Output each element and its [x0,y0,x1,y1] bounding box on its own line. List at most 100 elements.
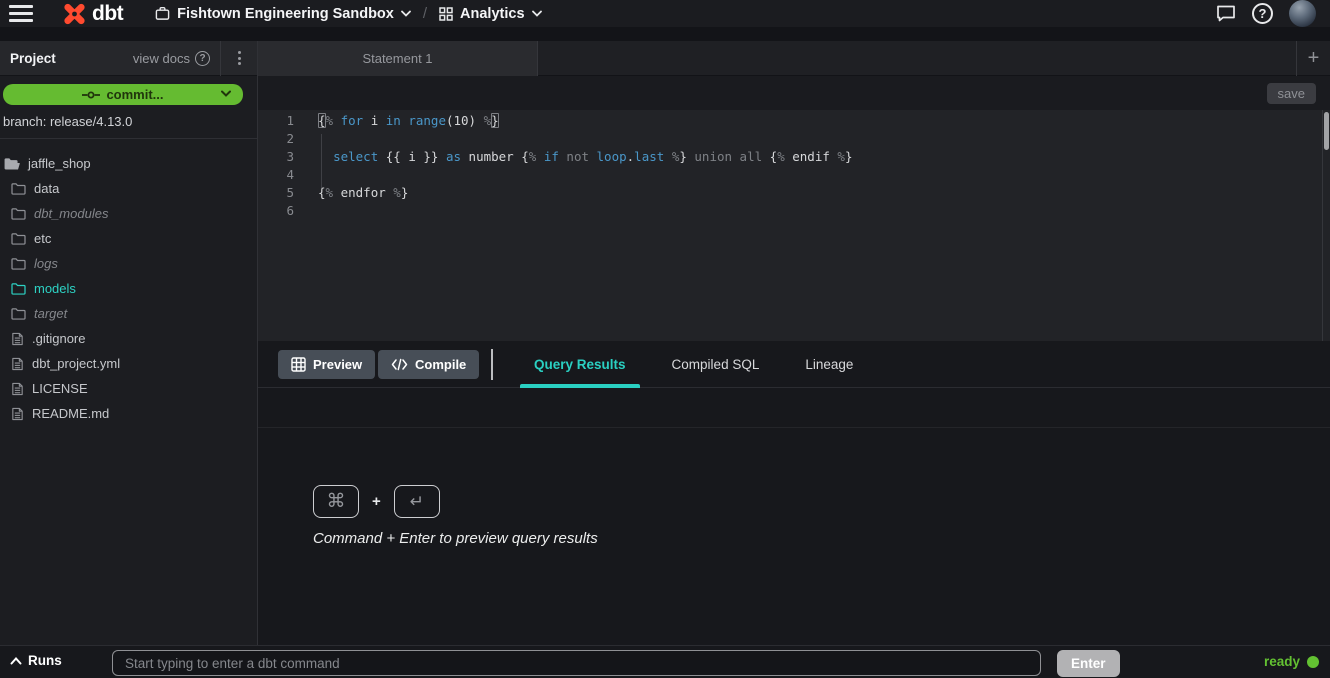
commit-button[interactable]: commit... [3,84,243,105]
view-docs-label: view docs [133,51,190,66]
results-tab-lineage[interactable]: Lineage [791,341,867,388]
results-tabs: Query Results Compiled SQL Lineage [520,341,885,388]
file-icon [11,332,24,346]
keyboard-shortcut-hint: ⌘ + ↵ [313,485,440,518]
chat-button[interactable] [1216,4,1236,23]
environment-selector-label: Analytics [460,6,524,22]
file-tree: jaffle_shopdata dbt_modulesetc logs models t… [0,139,257,426]
file-name: logs [34,256,58,271]
chevron-down-icon [401,10,411,17]
plus-icon: + [1308,47,1320,70]
sidebar-header: Project view docs ? [0,41,257,76]
line-number: 3 [258,148,294,166]
file-name: data [34,181,59,196]
status-dot-icon [1307,656,1319,668]
code-content[interactable]: {% for i in range(10) %} select {{ i }} … [318,112,1318,220]
chevron-down-icon [221,90,231,97]
project-selector-label: Fishtown Engineering Sandbox [177,6,394,22]
editor-pane: Statement 1 + save 123456 {% for i in ra… [258,41,1330,645]
enter-button[interactable]: Enter [1057,650,1120,677]
hint-text: Command + Enter to preview query results [313,530,598,547]
line-number: 6 [258,202,294,220]
command-key-icon: ⌘ [313,485,359,518]
results-tab-query-results[interactable]: Query Results [520,341,640,388]
file-tree-item-data[interactable]: data [0,176,257,201]
folder-icon [11,282,26,295]
runs-toggle[interactable]: Runs [10,653,62,668]
breadcrumb-separator: / [423,5,427,22]
file-tree-item-logs[interactable]: logs [0,251,257,276]
commit-button-label: commit... [106,87,163,102]
results-content: ⌘ + ↵ Command + Enter to preview query r… [258,428,1330,645]
results-toolbar: Preview Compile Query Results Compiled SQ… [258,341,1330,388]
folder-icon [11,257,26,270]
environment-selector[interactable]: Analytics [439,6,541,22]
preview-button[interactable]: Preview [278,350,375,379]
dbt-cloud-ide: dbt Fishtown Engineering Sandbox / Analy… [0,0,1330,678]
file-name: jaffle_shop [28,156,91,171]
file-name: dbt_modules [34,206,108,221]
plus-separator: + [372,493,381,510]
file-tree-item-LICENSE[interactable]: LICENSE [0,376,257,401]
chat-bubble-icon [1216,4,1236,23]
code-line: {% endfor %} [318,184,1318,202]
code-line: {% for i in range(10) %} [318,112,1318,130]
runs-label: Runs [28,653,62,668]
git-section: commit... branch: release/4.13.0 [0,76,257,139]
dbt-logo-icon [61,2,88,26]
scrollbar-thumb[interactable] [1324,112,1329,150]
header-gap-band [0,27,1330,41]
project-selector[interactable]: Fishtown Engineering Sandbox [155,6,411,22]
dbt-command-input[interactable] [112,650,1041,676]
kebab-icon [238,51,241,65]
new-tab-button[interactable]: + [1296,41,1330,76]
results-subheader [258,388,1330,428]
sidebar-title: Project [10,51,56,66]
view-docs-link[interactable]: view docs ? [133,51,220,66]
folder-icon [11,207,26,220]
line-number: 1 [258,112,294,130]
table-icon [291,357,306,372]
save-button[interactable]: save [1267,83,1316,104]
grid-icon [439,7,453,21]
folder-icon [11,232,26,245]
file-name: LICENSE [32,381,88,396]
file-name: etc [34,231,51,246]
file-tree-item-jaffle_shop[interactable]: jaffle_shop [0,151,257,176]
file-tree-item-dbt_project.yml[interactable]: dbt_project.yml [0,351,257,376]
file-tree-item-models[interactable]: models [0,276,257,301]
sidebar-kebab-menu[interactable] [220,41,257,76]
editor-tab-bar: Statement 1 + [258,41,1330,76]
status-indicator: ready [1264,654,1319,669]
line-number: 4 [258,166,294,184]
code-line [318,166,1318,184]
help-button[interactable]: ? [1252,3,1273,24]
results-tab-compiled-sql[interactable]: Compiled SQL [658,341,774,388]
code-line: select {{ i }} as number {% if not loop.… [318,148,1318,166]
compile-button[interactable]: Compile [378,350,479,379]
status-text: ready [1264,654,1300,669]
code-editor[interactable]: 123456 {% for i in range(10) %} select {… [258,110,1330,341]
dbt-logo: dbt [61,2,123,26]
editor-scrollbar[interactable] [1322,110,1330,341]
file-tree-item-dbt_modules[interactable]: dbt_modules [0,201,257,226]
editor-toolbar: save [258,76,1330,110]
file-name: models [34,281,76,296]
line-number: 5 [258,184,294,202]
file-tree-item-.gitignore[interactable]: .gitignore [0,326,257,351]
hamburger-menu-icon[interactable] [9,5,33,22]
tab-statement-1[interactable]: Statement 1 [258,41,538,76]
file-tree-item-target[interactable]: target [0,301,257,326]
line-number: 2 [258,130,294,148]
user-avatar[interactable] [1289,0,1316,27]
code-line [318,202,1318,220]
chevron-down-icon [532,10,542,17]
file-name: dbt_project.yml [32,356,120,371]
branch-label: branch: release/4.13.0 [0,105,257,138]
file-tree-item-README.md[interactable]: README.md [0,401,257,426]
folder-open-icon [4,157,20,170]
folder-icon [11,307,26,320]
tab-label: Statement 1 [362,51,432,66]
file-tree-item-etc[interactable]: etc [0,226,257,251]
chevron-up-icon [10,657,22,665]
